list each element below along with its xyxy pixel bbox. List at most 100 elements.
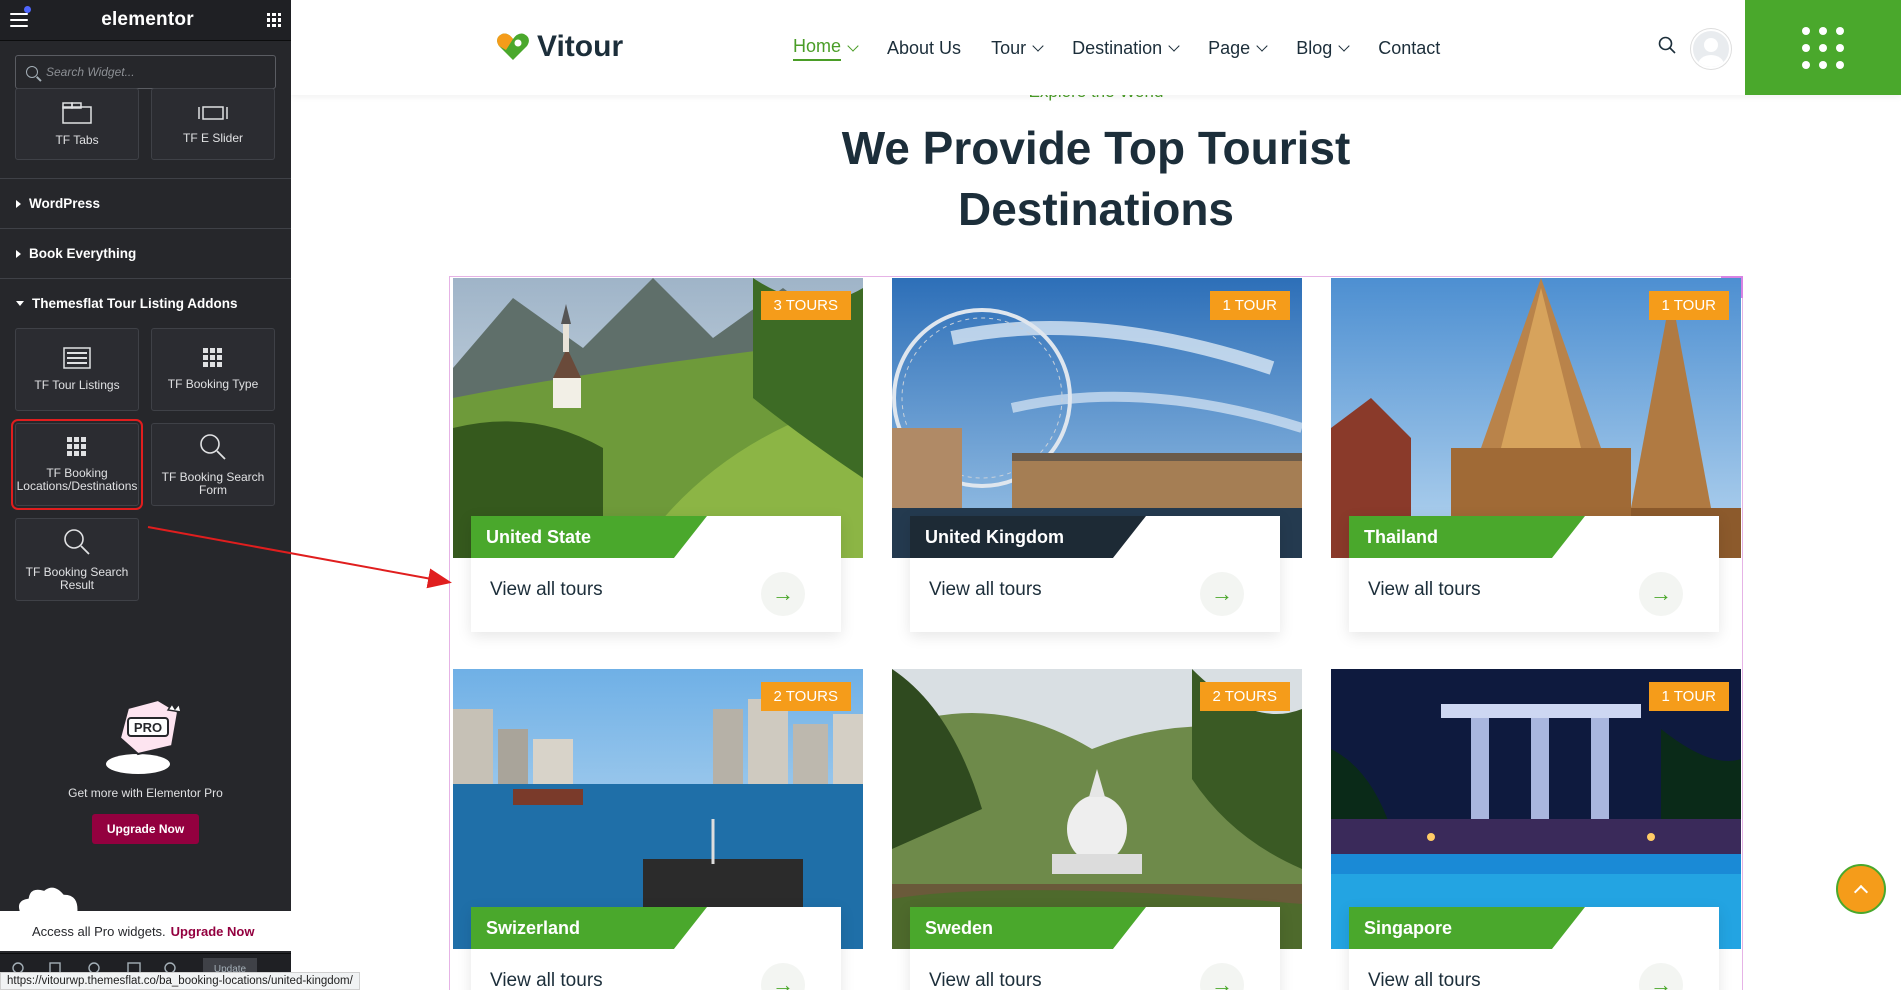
site-header: Vitour Home About Us Tour Destination Pa… bbox=[291, 0, 1901, 95]
search-widget-box bbox=[15, 55, 276, 89]
category-book-everything[interactable]: Book Everything bbox=[0, 228, 291, 278]
promo-text: Get more with Elementor Pro bbox=[68, 786, 223, 800]
brand-name: Vitour bbox=[537, 30, 624, 63]
destination-card[interactable]: 3 TOURS United State View all tours → bbox=[453, 278, 863, 632]
widgets-grid-icon[interactable] bbox=[266, 13, 281, 27]
nav-home[interactable]: Home bbox=[793, 36, 859, 61]
widget-label: TF Tabs bbox=[55, 132, 99, 147]
nav-tour[interactable]: Tour bbox=[991, 36, 1044, 61]
country-label[interactable]: United Kingdom bbox=[910, 516, 1146, 558]
category-themesflat-tour-listing-addons[interactable]: Themesflat Tour Listing Addons bbox=[0, 278, 291, 328]
destination-card[interactable]: 2 TOURS Swizerland View all tours → bbox=[453, 669, 863, 990]
destination-info: Singapore View all tours → bbox=[1349, 907, 1719, 990]
cloud-decoration bbox=[17, 886, 79, 914]
destination-card[interactable]: 1 TOUR United Kingdom View all tours → bbox=[892, 278, 1302, 632]
country-label[interactable]: Sweden bbox=[910, 907, 1146, 949]
nav-label: Contact bbox=[1378, 38, 1441, 58]
widget-tf-booking-search-result[interactable]: TF Booking Search Result bbox=[15, 518, 139, 601]
chevron-down-icon bbox=[847, 40, 859, 52]
tour-count-badge[interactable]: 2 TOURS bbox=[760, 682, 851, 711]
destination-info: Sweden View all tours → bbox=[910, 907, 1280, 990]
widget-tf-tabs[interactable]: TF Tabs bbox=[15, 88, 139, 160]
arrow-right-icon[interactable]: → bbox=[761, 572, 805, 616]
heart-logo-icon bbox=[497, 33, 529, 60]
pro-strip-text: Access all Pro widgets. bbox=[32, 923, 166, 939]
country-label[interactable]: Thailand bbox=[1349, 516, 1585, 558]
country-label[interactable]: United State bbox=[471, 516, 707, 558]
search-widget-input[interactable] bbox=[46, 65, 265, 79]
category-label: Book Everything bbox=[29, 246, 137, 261]
destination-card[interactable]: 1 TOUR Singapore View all tours → bbox=[1331, 669, 1741, 990]
destinations-widget[interactable]: 3 TOURS United State View all tours → 1 … bbox=[449, 276, 1743, 990]
grid-icon bbox=[203, 348, 222, 368]
widget-label: TF Booking Search Result bbox=[25, 564, 129, 592]
tour-count-badge[interactable]: 1 TOUR bbox=[1648, 682, 1729, 711]
section-title: We Provide Top Tourist Destinations bbox=[291, 118, 1901, 240]
pro-widgets-strip: Access all Pro widgets. Upgrade Now bbox=[0, 911, 291, 951]
tour-count-badge[interactable]: 1 TOUR bbox=[1648, 291, 1729, 320]
destination-card[interactable]: 1 TOUR Thailand View all tours → bbox=[1331, 278, 1741, 632]
destination-info: United Kingdom View all tours → bbox=[910, 516, 1280, 632]
arrow-right-icon[interactable]: → bbox=[1639, 963, 1683, 990]
arrow-right-icon[interactable]: → bbox=[761, 963, 805, 990]
widget-tf-booking-type[interactable]: TF Booking Type bbox=[151, 328, 275, 411]
nav-label: Destination bbox=[1072, 38, 1163, 58]
widget-tf-e-slider[interactable]: TF E Slider bbox=[151, 88, 275, 160]
widget-tf-booking-search-form[interactable]: TF Booking Search Form bbox=[151, 423, 275, 506]
arrow-right-icon[interactable]: → bbox=[1639, 572, 1683, 616]
title-line: We Provide Top Tourist bbox=[841, 122, 1351, 174]
nav-label: Home bbox=[793, 36, 842, 61]
search-icon bbox=[200, 434, 226, 460]
view-all-tours-link[interactable]: View all tours bbox=[490, 579, 603, 601]
caret-down-icon bbox=[16, 301, 24, 306]
view-all-tours-link[interactable]: View all tours bbox=[929, 970, 1042, 990]
hamburger-menu-icon[interactable] bbox=[10, 13, 28, 27]
view-all-tours-link[interactable]: View all tours bbox=[929, 579, 1042, 601]
pro-promo: PRO Get more with Elementor Pro Upgrade … bbox=[0, 690, 291, 844]
nav-label: Blog bbox=[1296, 38, 1333, 58]
nav-page[interactable]: Page bbox=[1208, 36, 1268, 61]
nav-contact[interactable]: Contact bbox=[1378, 36, 1440, 61]
tabs-icon bbox=[62, 101, 92, 124]
category-wordpress[interactable]: WordPress bbox=[0, 178, 291, 228]
view-all-tours-link[interactable]: View all tours bbox=[1368, 579, 1481, 601]
arrow-right-icon[interactable]: → bbox=[1200, 572, 1244, 616]
view-all-tours-link[interactable]: View all tours bbox=[1368, 970, 1481, 990]
nav-destination[interactable]: Destination bbox=[1072, 36, 1180, 61]
offcanvas-menu-button[interactable] bbox=[1745, 0, 1901, 95]
country-label[interactable]: Swizerland bbox=[471, 907, 707, 949]
tour-count-badge[interactable]: 2 TOURS bbox=[1199, 682, 1290, 711]
scroll-to-top-button[interactable] bbox=[1836, 864, 1886, 914]
destination-info: Thailand View all tours → bbox=[1349, 516, 1719, 632]
panel-header: elementor bbox=[0, 0, 291, 41]
nav-about-us[interactable]: About Us bbox=[887, 36, 961, 61]
widget-tf-booking-locations-destinations[interactable]: TF Booking Locations/Destinations bbox=[11, 419, 143, 510]
country-label[interactable]: Singapore bbox=[1349, 907, 1585, 949]
tour-count-badge[interactable]: 1 TOUR bbox=[1209, 291, 1290, 320]
upgrade-now-button[interactable]: Upgrade Now bbox=[91, 814, 200, 844]
elementor-logo: elementor bbox=[101, 9, 194, 30]
nav-label: Tour bbox=[991, 38, 1027, 58]
destination-card[interactable]: 2 TOURS Sweden View all tours → bbox=[892, 669, 1302, 990]
nav-blog[interactable]: Blog bbox=[1296, 36, 1350, 61]
site-logo[interactable]: Vitour bbox=[496, 30, 623, 64]
arrow-right-icon[interactable]: → bbox=[1200, 963, 1244, 990]
tour-count-badge[interactable]: 3 TOURS bbox=[760, 291, 851, 320]
widget-label: TF Booking Search Form bbox=[161, 469, 265, 497]
search-icon[interactable] bbox=[1658, 36, 1676, 54]
widget-tf-tour-listings[interactable]: TF Tour Listings bbox=[15, 328, 139, 411]
caret-right-icon bbox=[16, 249, 21, 258]
svg-text:PRO: PRO bbox=[133, 720, 161, 735]
widget-label: TF Tour Listings bbox=[34, 378, 120, 393]
pro-illustration: PRO bbox=[98, 690, 194, 778]
view-all-tours-link[interactable]: View all tours bbox=[490, 970, 603, 990]
chevron-down-icon bbox=[1032, 40, 1044, 52]
nav-label: Page bbox=[1208, 38, 1251, 58]
caret-right-icon bbox=[16, 199, 21, 208]
pro-strip-upgrade-link[interactable]: Upgrade Now bbox=[171, 924, 255, 939]
category-label: Themesflat Tour Listing Addons bbox=[32, 296, 238, 311]
slider-icon bbox=[198, 105, 228, 120]
title-line: Destinations bbox=[957, 183, 1235, 235]
user-avatar[interactable] bbox=[1691, 29, 1731, 69]
listing-icon bbox=[63, 347, 91, 369]
